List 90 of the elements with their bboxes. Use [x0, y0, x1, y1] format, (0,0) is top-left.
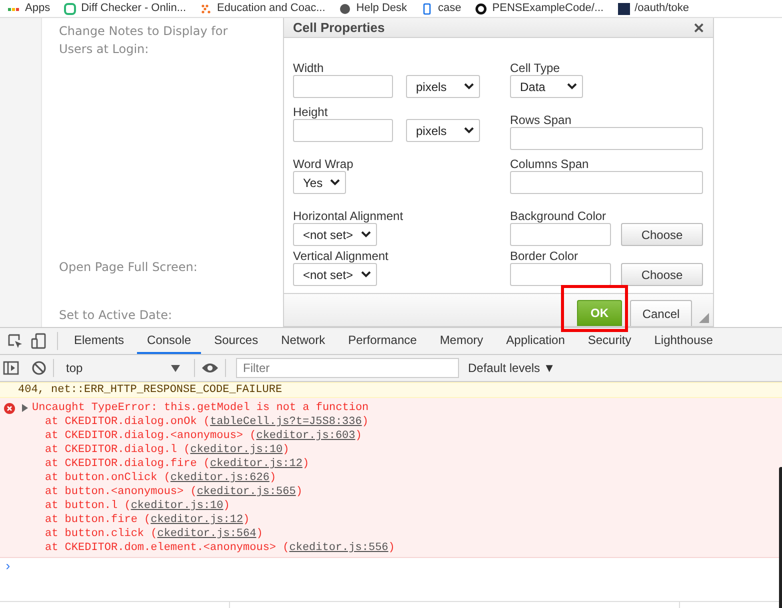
form-label: Open Page Full Screen: — [59, 259, 198, 276]
stack-frame: at CKEDITOR.dialog.onOk (tableCell.js?t=J5S8:336) — [4, 415, 782, 429]
stack-frame: at button.onClick (ckeditor.js:626) — [4, 471, 782, 485]
bookmark-link[interactable]: /oauth/toke — [634, 0, 689, 17]
select-field[interactable]: Data — [510, 75, 583, 98]
devtools-tab[interactable]: Application — [496, 328, 575, 354]
field-label: Cell Type — [510, 62, 561, 75]
field-label: Horizontal Alignment — [293, 210, 404, 223]
stack-frame: at CKEDITOR.dialog.<anonymous> (ckeditor.js:603) — [4, 429, 782, 443]
bookmark-link[interactable]: Help Desk — [356, 0, 408, 17]
stack-frame: at CKEDITOR.dialog.fire (ckeditor.js:12) — [4, 457, 782, 471]
chevron-icon — [464, 83, 474, 90]
stack-frame: at CKEDITOR.dialog.l (ckeditor.js:10) — [4, 443, 782, 457]
error-icon — [4, 402, 15, 414]
source-link[interactable]: ckeditor.js:626 — [170, 472, 270, 484]
field-label: Vertical Alignment — [293, 250, 390, 263]
stack-frame: at CKEDITOR.dom.element.<anonymous> (ckeditor.js:556) — [4, 541, 782, 555]
dialog-title: Cell Properties — [293, 18, 385, 37]
devtools-tab[interactable]: Network — [271, 328, 336, 354]
clear-icon — [31, 360, 47, 376]
expand-icon — [21, 404, 29, 412]
text-field[interactable] — [510, 171, 703, 194]
field-label: Width — [293, 62, 325, 75]
source-link[interactable]: ckeditor.js:603 — [256, 430, 356, 442]
select-field[interactable]: pixels — [406, 75, 480, 98]
text-field[interactable] — [510, 223, 611, 246]
diff-icon — [64, 2, 76, 14]
choose-button[interactable]: Choose — [621, 223, 703, 246]
dots-icon — [200, 2, 212, 14]
source-link[interactable]: ckeditor.js:556 — [289, 542, 388, 554]
device-icon — [31, 333, 47, 349]
sidebar-toggle-icon — [3, 360, 19, 376]
select-field[interactable]: <not set> — [293, 263, 377, 286]
dropdown-icon — [171, 364, 180, 372]
bookmark-link[interactable]: PENSExampleCode/... — [492, 0, 604, 17]
field-label: Word Wrap — [293, 158, 354, 171]
eye-icon — [201, 362, 219, 374]
source-link[interactable]: ckeditor.js:10 — [130, 500, 224, 512]
select-field[interactable]: <not set> — [293, 223, 377, 246]
stack-frame: at button.click (ckeditor.js:564) — [4, 527, 782, 541]
field-label: Columns Span — [510, 158, 590, 171]
source-link[interactable]: tableCell.js?t=J5S8:336 — [210, 416, 362, 428]
stack-frame: at button.l (ckeditor.js:10) — [4, 499, 782, 513]
field-label: Border Color — [510, 250, 580, 263]
form-label: Change Notes to Display for Users at Login: — [59, 23, 229, 58]
source-link[interactable]: ckeditor.js:564 — [157, 528, 256, 540]
source-link[interactable]: ckeditor.js:10 — [190, 444, 283, 456]
filter-field[interactable]: Filter — [236, 358, 459, 378]
text-field[interactable] — [293, 75, 393, 98]
document-icon — [421, 2, 434, 14]
select-field[interactable]: Yes — [293, 171, 346, 194]
field-label: Rows Span — [510, 114, 572, 127]
prompt-caret: › — [4, 559, 12, 574]
chevron-icon — [361, 231, 371, 238]
select-field[interactable]: pixels — [406, 119, 480, 142]
devtools-tab[interactable]: Security — [578, 328, 642, 354]
devtools-tab[interactable]: Memory — [430, 328, 494, 354]
square-icon — [618, 2, 630, 14]
stack-frame: at button.<anonymous> (ckeditor.js:565) — [4, 485, 782, 499]
levels-dropdown[interactable]: Default levels ▼ — [468, 359, 556, 377]
message-text: 404, net::ERR_HTTP_RESPONSE_CODE_FAILURE — [18, 384, 282, 396]
source-link[interactable]: ckeditor.js:12 — [150, 514, 244, 526]
choose-button[interactable]: Choose — [621, 263, 703, 286]
resize-grip-icon — [699, 313, 709, 323]
stack-frame: at button.fire (ckeditor.js:12) — [4, 513, 782, 527]
field-label: Height — [293, 106, 329, 119]
context-select[interactable]: top — [60, 359, 188, 377]
field-label: Background Color — [510, 210, 608, 223]
source-link[interactable]: ckeditor.js:12 — [210, 458, 302, 470]
devtools-tab[interactable]: Elements — [64, 328, 134, 354]
bookmark-link[interactable]: Apps — [25, 0, 50, 17]
chevron-icon — [567, 83, 577, 90]
text-field[interactable] — [510, 263, 611, 286]
bookmark-link[interactable]: Diff Checker - Onlin... — [81, 0, 186, 17]
chevron-icon — [464, 127, 474, 134]
chevron-icon — [330, 179, 340, 186]
source-link[interactable]: ckeditor.js:565 — [196, 486, 296, 498]
form-label: Set to Active Date: — [59, 307, 174, 324]
cancel-button[interactable]: Cancel — [630, 300, 692, 326]
error-text: Uncaught TypeError: this.getModel is not a function — [32, 401, 369, 415]
inspect-icon — [7, 333, 23, 349]
bookmark-link[interactable]: case — [438, 0, 462, 17]
close-button[interactable]: ✕ — [693, 20, 705, 34]
devtools-tab[interactable]: Lighthouse — [644, 328, 723, 354]
devtools-tab[interactable]: Performance — [338, 328, 427, 354]
devtools-tab[interactable]: Sources — [204, 328, 268, 354]
bookmark-link[interactable]: Education and Coac... — [217, 0, 326, 17]
text-field[interactable] — [293, 119, 393, 142]
text-field[interactable] — [510, 127, 703, 150]
chevron-icon — [361, 271, 371, 278]
